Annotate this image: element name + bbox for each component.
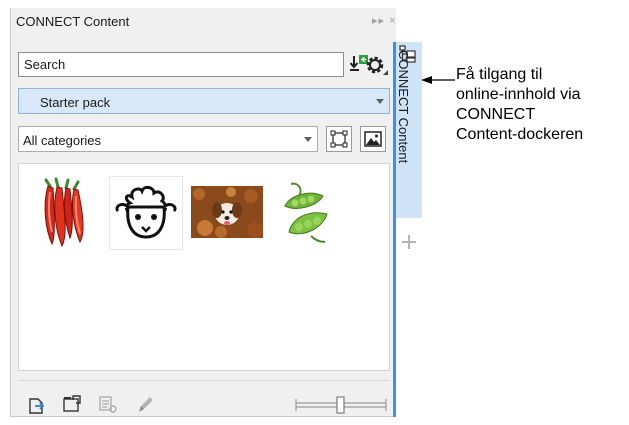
slider-thumb[interactable]	[336, 396, 345, 414]
content-gallery	[18, 163, 390, 371]
bottom-divider	[18, 380, 390, 381]
properties-icon	[98, 394, 118, 414]
chevron-down-icon	[304, 137, 312, 142]
sheep-face-thumbnail[interactable]	[109, 176, 183, 250]
image-icon	[364, 131, 382, 147]
image-view-button[interactable]	[360, 126, 386, 152]
callout-line-1: Få tilgang til	[456, 66, 543, 83]
frame-icon	[330, 130, 348, 148]
search-input[interactable]	[19, 53, 324, 75]
chevron-down-icon	[376, 99, 384, 104]
callout-line-3: CONNECT	[456, 106, 536, 123]
thumbnail-size-slider[interactable]	[295, 395, 387, 415]
gear-icon[interactable]	[364, 54, 390, 78]
frame-view-button[interactable]	[326, 126, 352, 152]
open-folder-icon[interactable]	[62, 394, 82, 414]
callout-line-2: online-innhold via	[456, 86, 581, 103]
tab-label: CONNECT Content	[396, 50, 411, 164]
edit-pencil-icon	[136, 394, 156, 414]
chili-peppers-thumbnail[interactable]	[40, 176, 90, 248]
category-select-value: All categories	[23, 133, 102, 148]
dog-in-leaves-thumbnail[interactable]	[191, 186, 263, 238]
docker-title: CONNECT Content	[16, 14, 130, 29]
callout-line-4: Content-dockeren	[456, 126, 584, 143]
docker-title-buttons[interactable]: ▸▸ ×	[372, 14, 397, 27]
pack-select-value: Starter pack	[40, 95, 111, 110]
import-into-document-icon[interactable]	[28, 395, 48, 415]
add-docker-icon[interactable]	[400, 233, 418, 251]
callout-text: Få tilgang til online-innhold via CONNEC…	[456, 65, 626, 145]
search-field[interactable]	[18, 52, 344, 77]
green-peas-thumbnail[interactable]	[281, 176, 331, 248]
